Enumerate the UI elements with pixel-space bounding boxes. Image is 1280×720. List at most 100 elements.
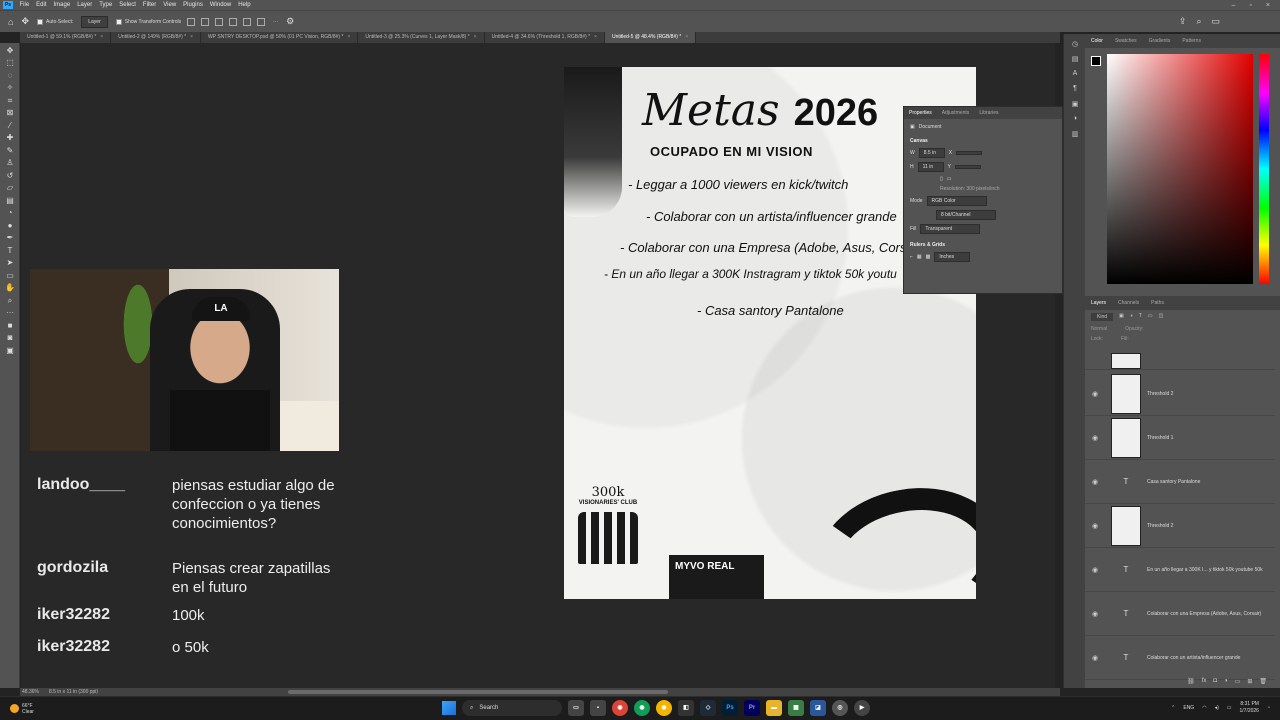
- align-middle-icon[interactable]: [257, 17, 266, 26]
- quick-mask-icon[interactable]: ◙: [4, 333, 16, 343]
- layer-row[interactable]: ◉ T Colaborar con un artista/influencer …: [1085, 636, 1275, 680]
- history-icon[interactable]: ◷: [1070, 40, 1080, 49]
- language-indicator[interactable]: ENG: [1183, 705, 1194, 711]
- taskbar-search[interactable]: ⌕ Search: [462, 700, 562, 716]
- hand-tool-icon[interactable]: ✋: [4, 283, 16, 293]
- store-icon[interactable]: ◪: [810, 700, 826, 716]
- filter-smart-icon[interactable]: ◫: [1159, 313, 1164, 321]
- auto-select-dropdown[interactable]: Layer: [81, 15, 108, 28]
- volume-icon[interactable]: ◂): [1215, 705, 1219, 711]
- align-right-icon[interactable]: [215, 17, 224, 26]
- align-center-icon[interactable]: [201, 17, 210, 26]
- photoshop-taskbar-icon[interactable]: Ps: [722, 700, 738, 716]
- eye-icon[interactable]: ◉: [1089, 610, 1101, 618]
- menu-edit[interactable]: Edit: [33, 2, 50, 8]
- guides-icon[interactable]: ▩: [926, 254, 931, 260]
- layer-row[interactable]: ◉ T Colaborar con una Empresa (Adobe, As…: [1085, 592, 1275, 636]
- eye-icon[interactable]: ◉: [1089, 434, 1101, 442]
- menu-image[interactable]: Image: [50, 2, 74, 8]
- landscape-icon[interactable]: ▭: [947, 176, 952, 182]
- tab-gradients[interactable]: Gradients: [1143, 38, 1177, 44]
- doc-tab[interactable]: WP SNTRY DESKTOP.psd @ 50% (01 PC Vision…: [201, 32, 359, 43]
- shape-tool-icon[interactable]: ▭: [4, 271, 16, 281]
- eye-icon[interactable]: ◉: [1089, 522, 1101, 530]
- comment-icon[interactable]: ▤: [1070, 55, 1080, 64]
- media-icon[interactable]: ▶: [854, 700, 870, 716]
- tab-paths[interactable]: Paths: [1145, 300, 1170, 306]
- new-layer-icon[interactable]: ⊞: [1247, 678, 1252, 688]
- character-icon[interactable]: A: [1070, 70, 1080, 79]
- zoom-tool-icon[interactable]: ⌕: [4, 296, 16, 306]
- doc-info[interactable]: 8.5 in x 11 in (300 ppi): [49, 689, 98, 695]
- doc-tab[interactable]: Untitled-3 @ 25.3% (Curves 1, Layer Mask…: [358, 32, 485, 43]
- fx-icon[interactable]: fx: [1202, 678, 1207, 688]
- group-icon[interactable]: ▭: [1235, 678, 1241, 688]
- pen-tool-icon[interactable]: ✒: [4, 233, 16, 243]
- chrome-icon[interactable]: ◉: [612, 700, 628, 716]
- distribute-icon[interactable]: [229, 17, 238, 26]
- kind-filter[interactable]: Kind: [1091, 313, 1114, 321]
- portrait-icon[interactable]: ▯: [940, 176, 943, 182]
- obs-icon[interactable]: ◎: [832, 700, 848, 716]
- share-icon[interactable]: ⇪: [1179, 16, 1187, 27]
- height-field[interactable]: 11 in: [917, 162, 944, 172]
- layer-row[interactable]: [1085, 352, 1275, 370]
- eye-icon[interactable]: ◉: [1089, 654, 1101, 662]
- layer-row[interactable]: ◉ Threshold 1: [1085, 416, 1275, 460]
- foreground-swatch[interactable]: [1091, 56, 1101, 66]
- paragraph-icon[interactable]: ¶: [1070, 85, 1080, 94]
- units-dropdown[interactable]: Inches: [934, 252, 971, 262]
- filter-type-icon[interactable]: T: [1139, 313, 1142, 321]
- canvas-header[interactable]: Canvas: [904, 136, 1062, 146]
- task-view-icon[interactable]: ▭: [568, 700, 584, 716]
- bit-depth-dropdown[interactable]: 8 bit/Channel: [936, 210, 996, 220]
- trash-icon[interactable]: 🗑: [1259, 678, 1267, 688]
- weather-widget[interactable]: 66°F Clear: [10, 703, 34, 715]
- tab-layers[interactable]: Layers: [1085, 300, 1112, 306]
- show-transform-checkbox[interactable]: [115, 18, 122, 25]
- close-tab-icon[interactable]: ×: [685, 34, 688, 40]
- menu-plugins[interactable]: Plugins: [180, 2, 207, 8]
- tab-color[interactable]: Color: [1085, 38, 1109, 44]
- link-icon[interactable]: ⛓: [1187, 678, 1195, 688]
- hue-slider[interactable]: [1259, 54, 1269, 284]
- adjustment-layer-icon[interactable]: ◑: [1224, 678, 1228, 688]
- tab-adjustments[interactable]: Adjustments: [937, 110, 975, 116]
- healing-brush-icon[interactable]: ✚: [4, 133, 16, 143]
- file-explorer-icon[interactable]: ▬: [766, 700, 782, 716]
- properties-icon[interactable]: ▣: [1070, 100, 1080, 109]
- battery-icon[interactable]: ▭: [1227, 705, 1232, 711]
- tab-channels[interactable]: Channels: [1112, 300, 1145, 306]
- capcut-icon[interactable]: ◧: [678, 700, 694, 716]
- filter-adjust-icon[interactable]: ◑: [1130, 313, 1133, 321]
- grid-icon[interactable]: ▦: [917, 254, 922, 260]
- tab-libraries[interactable]: Libraries: [974, 110, 1003, 116]
- more-options-button[interactable]: ···: [273, 19, 278, 25]
- gradient-tool-icon[interactable]: ▤: [4, 196, 16, 206]
- filter-shape-icon[interactable]: ▭: [1148, 313, 1153, 321]
- close-icon[interactable]: ×: [1266, 2, 1270, 9]
- menu-layer[interactable]: Layer: [74, 2, 96, 8]
- workspace-icon[interactable]: ▭: [1211, 16, 1220, 27]
- fill-dropdown[interactable]: Transparent: [920, 224, 981, 234]
- menu-view[interactable]: View: [160, 2, 180, 8]
- chrome-alt-icon[interactable]: ◉: [634, 700, 650, 716]
- more-tools-icon[interactable]: ···: [4, 308, 16, 318]
- home-icon[interactable]: ⌂: [8, 17, 13, 27]
- close-tab-icon[interactable]: ×: [594, 34, 597, 40]
- dodge-tool-icon[interactable]: ●: [4, 221, 16, 231]
- move-tool-icon[interactable]: ✥: [4, 46, 16, 56]
- libraries-icon[interactable]: ▥: [1070, 130, 1080, 139]
- terminal-icon[interactable]: ▪: [590, 700, 606, 716]
- tab-properties[interactable]: Properties: [904, 110, 937, 116]
- chrome-profile-icon[interactable]: ◉: [656, 700, 672, 716]
- crop-tool-icon[interactable]: ⌗: [4, 96, 16, 106]
- start-button-icon[interactable]: [442, 701, 456, 715]
- filter-pixel-icon[interactable]: ▣: [1119, 313, 1124, 321]
- adjustments-icon[interactable]: ◑: [1070, 115, 1080, 124]
- close-tab-icon[interactable]: ×: [474, 34, 477, 40]
- minimize-icon[interactable]: –: [1232, 2, 1236, 9]
- move-tool-icon[interactable]: ✥: [21, 16, 29, 27]
- brush-tool-icon[interactable]: ✎: [4, 146, 16, 156]
- code-icon[interactable]: ◇: [700, 700, 716, 716]
